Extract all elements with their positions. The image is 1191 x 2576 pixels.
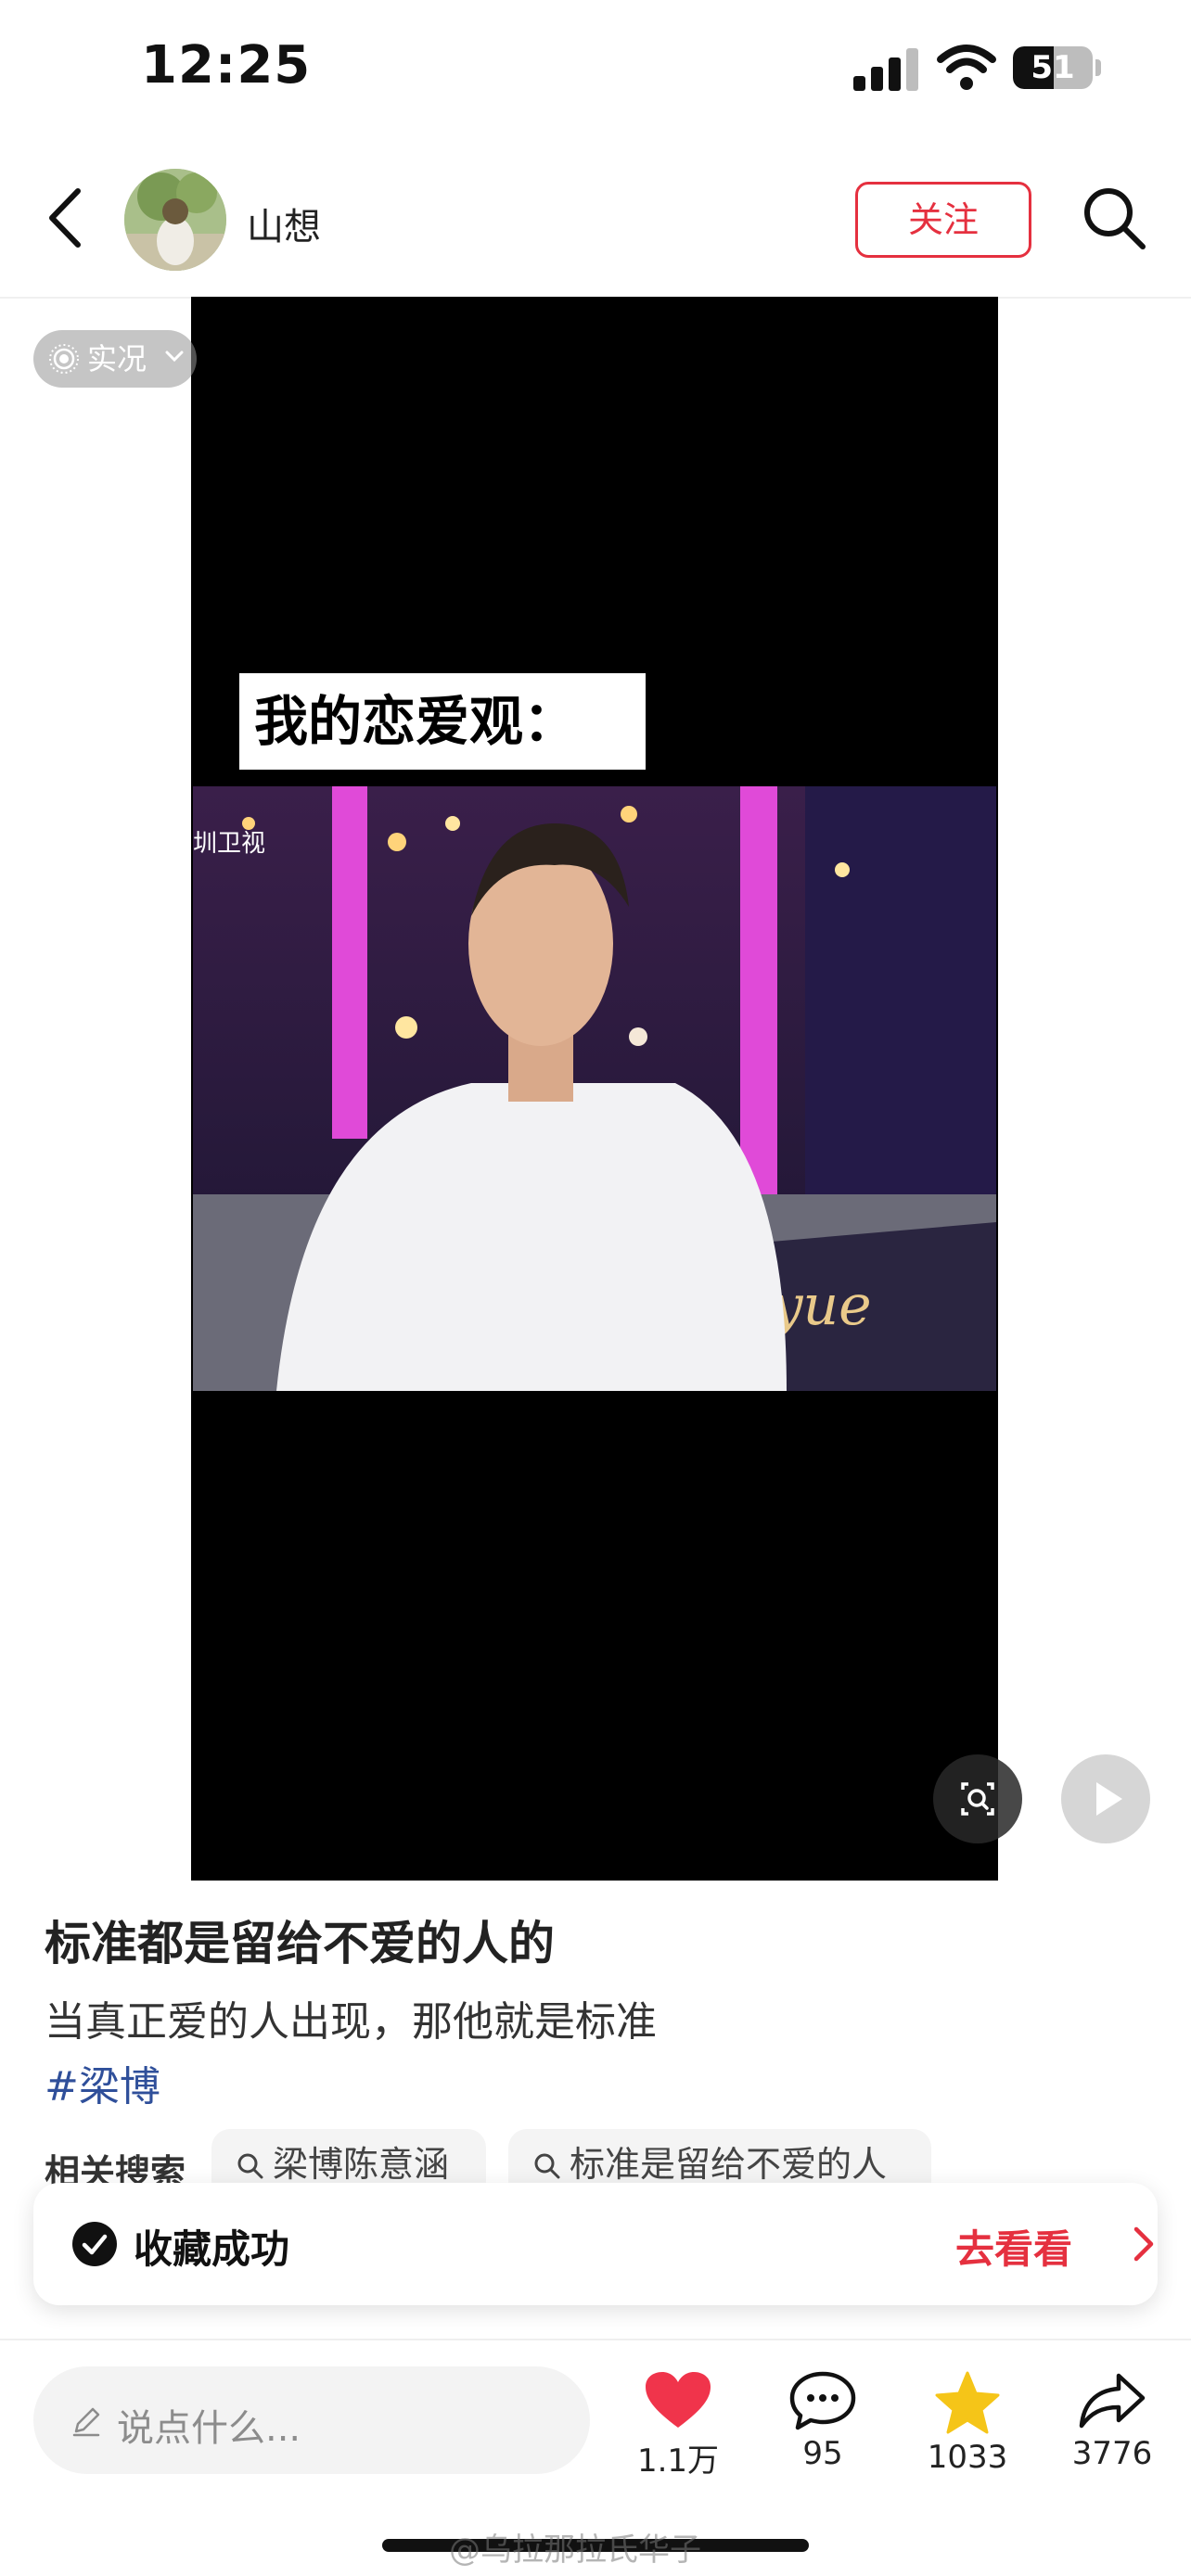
collect-success-toast: 收藏成功 去看看 bbox=[33, 2183, 1158, 2305]
comment-button[interactable]: 95 bbox=[753, 2370, 892, 2472]
video-caption: 我的恋爱观： bbox=[239, 673, 646, 770]
share-button[interactable]: 3776 bbox=[1043, 2370, 1182, 2472]
hashtag-link[interactable]: #梁博 bbox=[45, 2053, 160, 2112]
live-photo-label: 实况 bbox=[87, 341, 147, 376]
author-avatar[interactable] bbox=[124, 169, 226, 271]
play-icon bbox=[1096, 1782, 1122, 1816]
battery-percent: 51 bbox=[1031, 49, 1075, 86]
author-name[interactable]: 山想 bbox=[247, 197, 321, 250]
live-photo-badge[interactable]: 实况 bbox=[33, 330, 197, 388]
related-search-chip-label: 梁博陈意涵 bbox=[273, 2144, 450, 2185]
toast-go-view-link[interactable]: 去看看 bbox=[955, 2218, 1072, 2275]
battery-indicator: 51 bbox=[1013, 46, 1093, 89]
check-icon bbox=[72, 2222, 117, 2266]
follow-button[interactable]: 关注 bbox=[855, 182, 1031, 258]
star-icon bbox=[935, 2371, 1000, 2434]
live-photo-icon bbox=[49, 344, 79, 374]
comment-placeholder: 说点什么... bbox=[117, 2407, 301, 2450]
search-icon[interactable] bbox=[1080, 184, 1148, 252]
watermark-text: @乌拉那拉氏华子 bbox=[449, 2531, 701, 2569]
wifi-icon bbox=[937, 45, 996, 90]
back-arrow-icon[interactable] bbox=[43, 185, 89, 250]
post-description: 当真正爱的人出现，那他就是标准 bbox=[45, 1998, 657, 2046]
comment-count: 95 bbox=[802, 2435, 843, 2472]
status-time: 12:25 bbox=[141, 35, 312, 96]
search-icon bbox=[237, 2153, 263, 2179]
post-title: 标准都是留给不爱的人的 bbox=[45, 1917, 555, 1970]
channel-logo-text: 圳卫视 bbox=[193, 830, 265, 858]
collect-count: 1033 bbox=[927, 2439, 1008, 2476]
image-search-icon bbox=[961, 1782, 994, 1816]
collect-button[interactable]: 1033 bbox=[898, 2370, 1037, 2476]
play-button[interactable] bbox=[1061, 1754, 1150, 1843]
video-frame: S-yue 圳卫视 bbox=[193, 786, 996, 1391]
bottom-divider bbox=[0, 2339, 1191, 2340]
chevron-down-icon bbox=[165, 351, 184, 363]
battery-tip bbox=[1095, 59, 1101, 76]
comment-input[interactable]: 说点什么... bbox=[33, 2366, 590, 2474]
heart-icon bbox=[646, 2372, 711, 2428]
toast-message: 收藏成功 bbox=[134, 2226, 290, 2272]
comment-bubble-icon bbox=[789, 2371, 856, 2430]
like-button[interactable]: 1.1万 bbox=[608, 2370, 748, 2480]
search-icon bbox=[534, 2153, 560, 2179]
chevron-right-icon[interactable] bbox=[1132, 2225, 1156, 2263]
pencil-icon bbox=[72, 2407, 100, 2437]
cellular-signal-icon bbox=[853, 46, 918, 91]
related-search-chip-label: 标准是留给不爱的人 bbox=[570, 2144, 888, 2185]
image-search-button[interactable] bbox=[933, 1754, 1022, 1843]
like-count: 1.1万 bbox=[636, 2442, 720, 2480]
share-icon bbox=[1079, 2373, 1146, 2429]
share-count: 3776 bbox=[1071, 2435, 1153, 2472]
